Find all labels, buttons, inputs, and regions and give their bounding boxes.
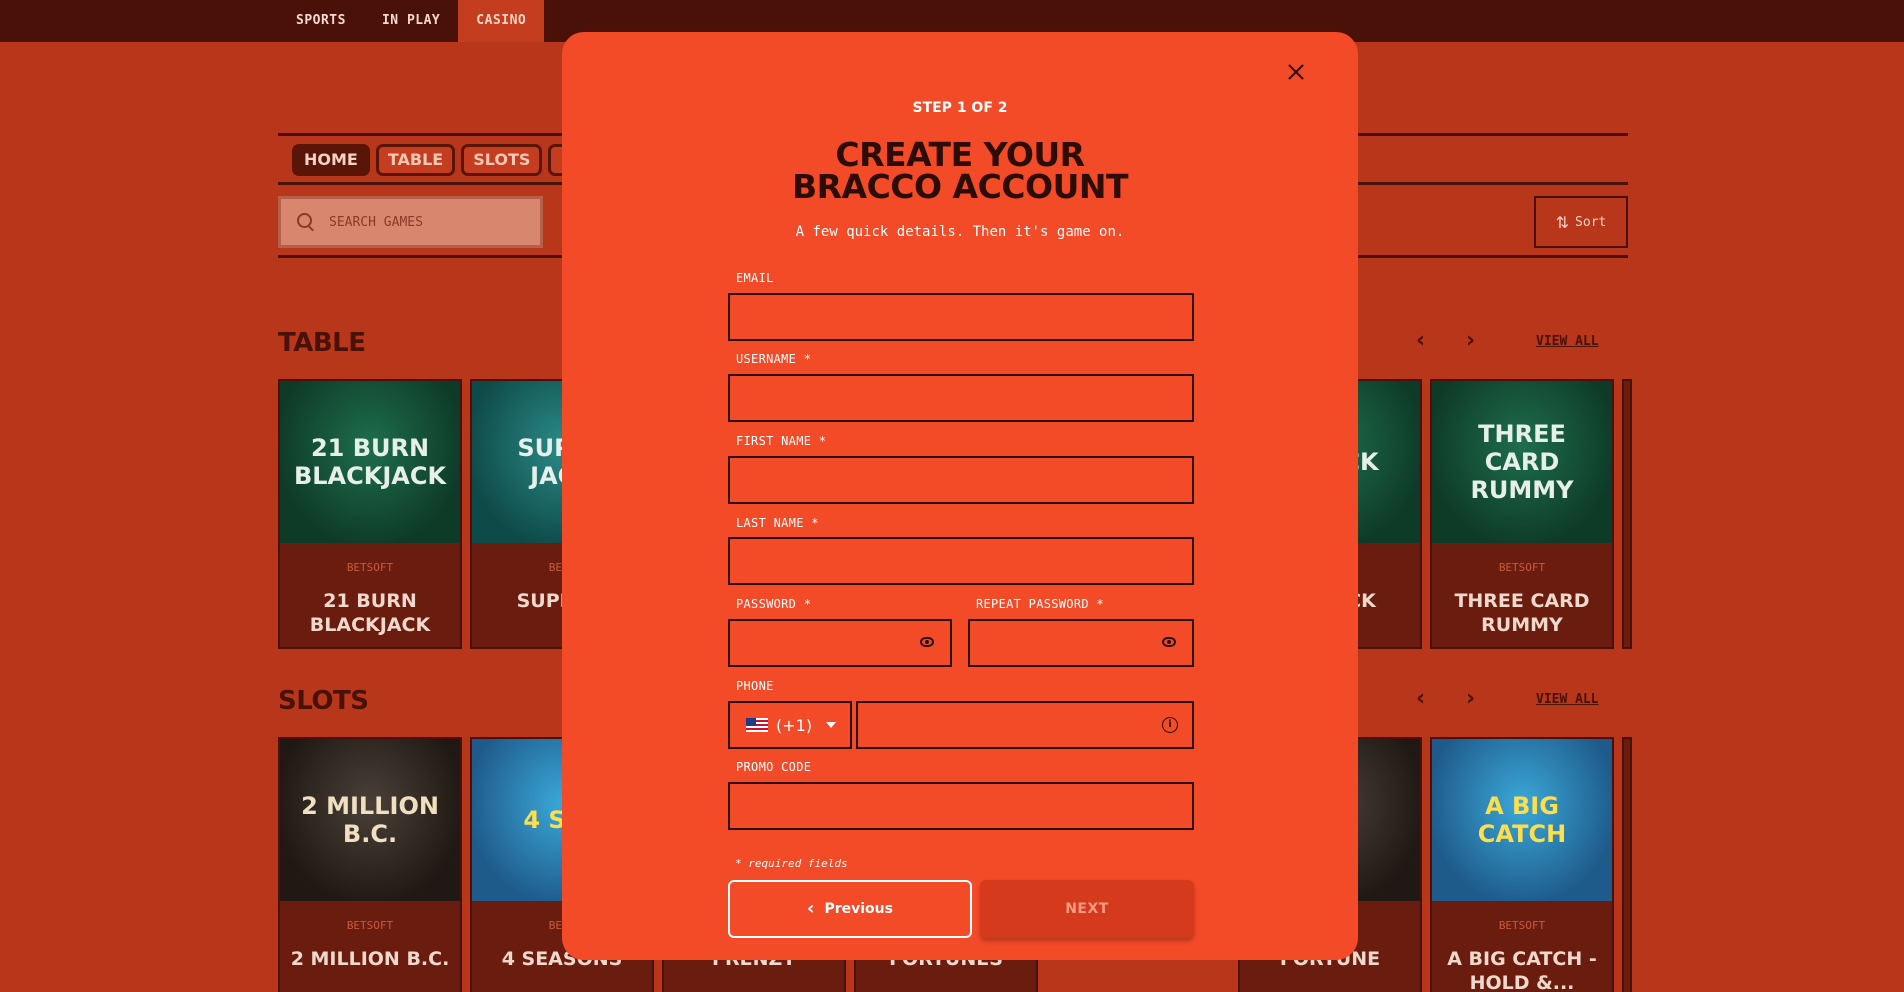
previous-button[interactable]: ‹ Previous [728,880,972,938]
password-field[interactable] [728,619,952,667]
game-name: THREE CARD RUMMY [1454,590,1590,636]
country-code-value: (+1) [776,715,813,735]
chevron-left-icon[interactable]: ‹ [1416,686,1425,711]
phone-field[interactable]: i [856,701,1194,749]
caret-down-icon [826,722,837,728]
username-label: USERNAME * [736,352,812,366]
eye-icon[interactable] [920,637,934,647]
search-icon [297,213,315,231]
game-thumbnail: A BIG CATCH [1432,739,1612,901]
close-icon[interactable] [1284,60,1308,84]
game-thumbnail: 2 MILLION B.C. [280,739,460,901]
chevron-left-icon[interactable]: ‹ [1416,328,1425,353]
modal-subtitle: A few quick details. Then it's game on. [795,224,1125,240]
view-all-slots[interactable]: VIEW ALL [1536,692,1599,707]
game-card-partial[interactable] [1622,737,1632,992]
required-fields-note: * required fields [735,857,848,870]
game-name: 2 MILLION B.C. [290,948,450,970]
info-icon[interactable]: i [1162,717,1178,733]
game-provider: BETSOFT [346,919,394,932]
previous-label: Previous [824,901,893,917]
step-indicator: STEP 1 OF 2 [912,100,1008,116]
email-field[interactable] [728,293,1194,341]
game-card[interactable]: THREE CARD RUMMY BETSOFT THREE CARD RUMM… [1430,379,1614,649]
game-thumbnail: 21 BURN BLACKJACK [280,381,460,543]
game-provider: BETSOFT [346,561,394,574]
username-field[interactable] [728,374,1194,422]
first-name-field[interactable] [728,456,1194,504]
eye-icon[interactable] [1162,637,1176,647]
game-provider: BETSOFT [1498,561,1546,574]
email-label: EMAIL [736,271,774,285]
last-name-label: LAST NAME * [736,516,819,530]
tab-slots[interactable]: SLOTS [461,144,543,176]
category-tabs: HOME TABLE SLOTS [292,144,573,176]
game-name: 21 BURN BLACKJACK [309,590,431,636]
modal-title: CREATE YOUR BRACCO ACCOUNT [562,138,1358,206]
search-box[interactable]: SEARCH GAMES [278,196,543,248]
sort-label: Sort [1575,214,1607,230]
last-name-field[interactable] [728,537,1194,585]
chevron-right-icon[interactable]: › [1466,328,1475,353]
nav-casino[interactable]: CASINO [458,0,545,42]
game-provider: BETSOFT [1498,919,1546,932]
section-title-slots: SLOTS [278,686,369,716]
view-all-table[interactable]: VIEW ALL [1536,334,1599,349]
us-flag-icon [746,718,768,732]
game-card[interactable]: A BIG CATCH BETSOFT A BIG CATCH - HOLD &… [1430,737,1614,992]
country-code-select[interactable]: (+1) [728,701,852,749]
repeat-password-field[interactable] [968,619,1194,667]
next-button[interactable]: NEXT [980,880,1194,938]
phone-label: PHONE [736,679,774,693]
password-label: PASSWORD * [736,597,812,611]
search-placeholder: SEARCH GAMES [329,214,423,230]
repeat-password-label: REPEAT PASSWORD * [976,597,1104,611]
game-card[interactable]: 2 MILLION B.C. BETSOFT 2 MILLION B.C. [278,737,462,992]
chevron-right-icon[interactable]: › [1466,686,1475,711]
next-label: NEXT [1065,901,1109,917]
chevron-left-icon: ‹ [807,898,815,919]
modal-title-line2: BRACCO ACCOUNT [791,167,1129,206]
tab-table[interactable]: TABLE [375,144,456,176]
promo-code-field[interactable] [728,782,1194,830]
first-name-label: FIRST NAME * [736,434,827,448]
signup-modal: STEP 1 OF 2 CREATE YOUR BRACCO ACCOUNT A… [562,32,1358,960]
sort-button[interactable]: ⇅ Sort [1534,196,1628,248]
game-name: A BIG CATCH - HOLD &... [1447,948,1597,992]
section-title-table: TABLE [278,328,366,358]
promo-code-label: PROMO CODE [736,760,812,774]
nav-in-play[interactable]: IN PLAY [364,0,458,42]
nav-sports[interactable]: SPORTS [278,0,364,42]
game-card-partial[interactable] [1622,379,1632,649]
game-card[interactable]: 21 BURN BLACKJACK BETSOFT 21 BURN BLACKJ… [278,379,462,649]
sort-icon: ⇅ [1555,212,1570,232]
game-thumbnail: THREE CARD RUMMY [1432,381,1612,543]
tab-home[interactable]: HOME [292,144,370,176]
